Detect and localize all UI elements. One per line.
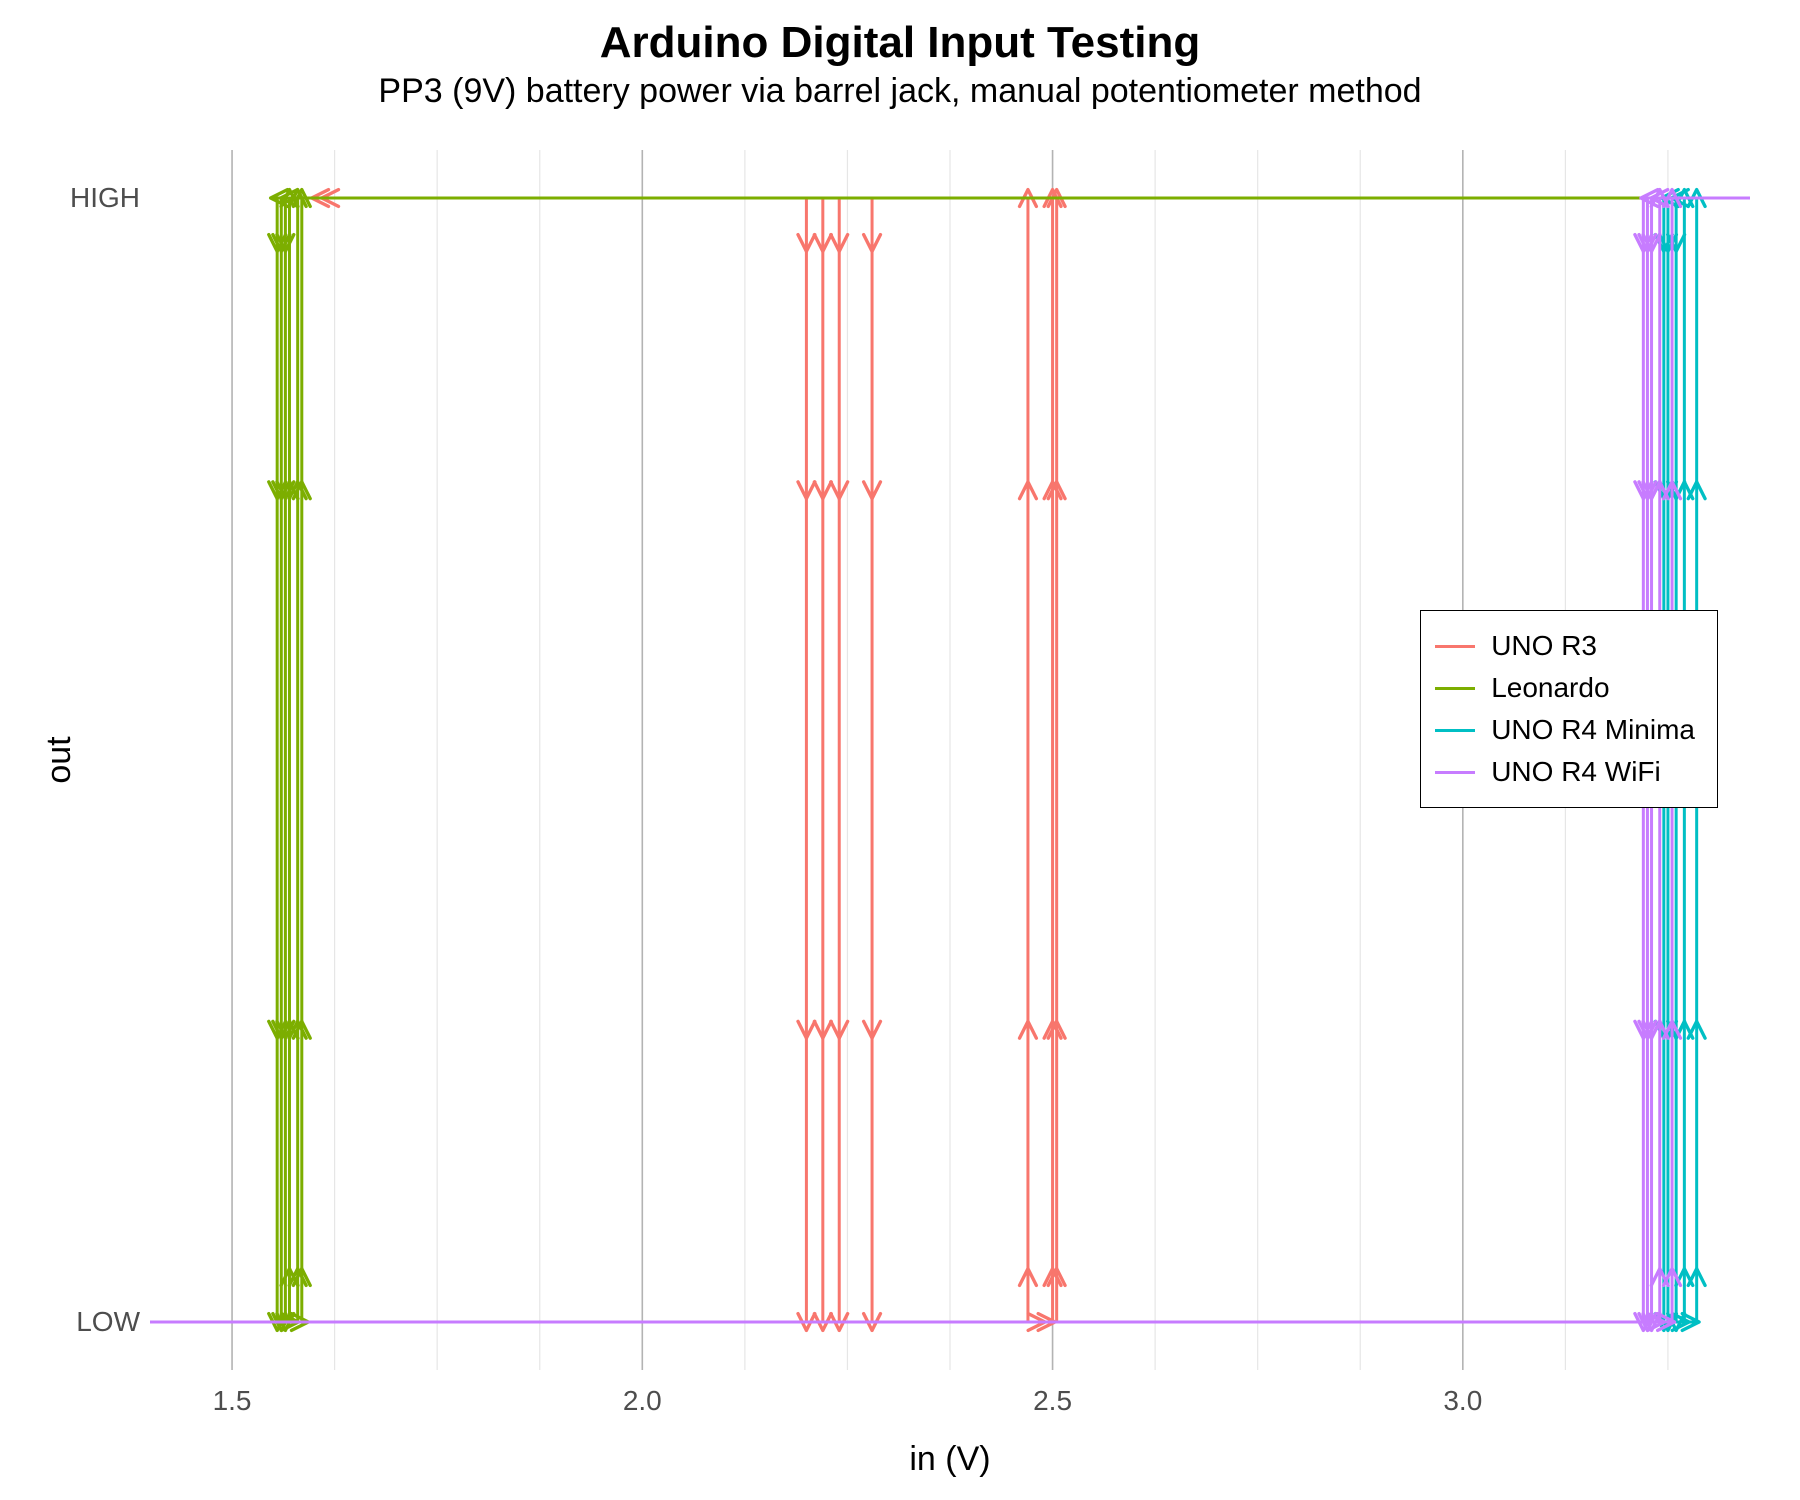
- legend-item: UNO R4 Minima: [1435, 709, 1695, 751]
- y-tick-high: HIGH: [70, 182, 140, 214]
- chart-container: Arduino Digital Input Testing PP3 (9V) b…: [0, 0, 1800, 1500]
- x-tick: 3.0: [1443, 1385, 1482, 1417]
- x-tick: 1.5: [213, 1385, 252, 1417]
- legend-swatch: [1435, 729, 1475, 732]
- legend-item: Leonardo: [1435, 667, 1695, 709]
- y-axis-label: out: [40, 736, 79, 783]
- legend: UNO R3 Leonardo UNO R4 Minima UNO R4 WiFi: [1420, 610, 1718, 808]
- legend-swatch: [1435, 771, 1475, 774]
- legend-item: UNO R3: [1435, 625, 1695, 667]
- x-tick: 2.5: [1033, 1385, 1072, 1417]
- legend-item: UNO R4 WiFi: [1435, 751, 1695, 793]
- x-tick: 2.0: [623, 1385, 662, 1417]
- x-axis-label: in (V): [150, 1440, 1750, 1479]
- y-tick-low: LOW: [76, 1306, 140, 1338]
- chart-title: Arduino Digital Input Testing: [0, 18, 1800, 68]
- legend-label: Leonardo: [1491, 672, 1609, 704]
- legend-label: UNO R3: [1491, 630, 1597, 662]
- plot-area: UNO R3 Leonardo UNO R4 Minima UNO R4 WiFi: [150, 150, 1750, 1370]
- legend-label: UNO R4 Minima: [1491, 714, 1695, 746]
- chart-subtitle: PP3 (9V) battery power via barrel jack, …: [0, 72, 1800, 111]
- legend-swatch: [1435, 687, 1475, 690]
- legend-swatch: [1435, 645, 1475, 648]
- legend-label: UNO R4 WiFi: [1491, 756, 1661, 788]
